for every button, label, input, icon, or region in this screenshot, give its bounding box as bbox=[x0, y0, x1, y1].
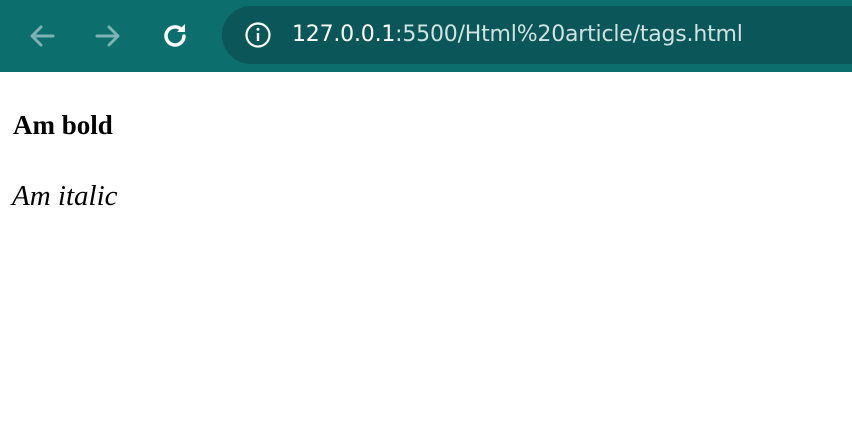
forward-button[interactable] bbox=[86, 14, 130, 58]
page-content: Am bold Am italic bbox=[0, 72, 852, 447]
back-button[interactable] bbox=[20, 14, 64, 58]
address-bar[interactable]: 127.0.0.1:5500/Html%20article/tags.html bbox=[222, 6, 852, 64]
arrow-left-icon bbox=[30, 25, 55, 47]
url-host: 127.0.0.1 bbox=[292, 22, 396, 47]
reload-button[interactable] bbox=[153, 14, 197, 58]
url-path: :5500/Html%20article/tags.html bbox=[395, 22, 743, 47]
bold-text: Am bold bbox=[13, 110, 113, 140]
italic-text: Am italic bbox=[12, 180, 118, 212]
reload-icon bbox=[164, 24, 186, 47]
arrow-right-icon bbox=[95, 25, 120, 47]
url-text[interactable]: 127.0.0.1:5500/Html%20article/tags.html bbox=[292, 19, 743, 51]
info-icon[interactable] bbox=[244, 21, 272, 49]
browser-toolbar: 127.0.0.1:5500/Html%20article/tags.html bbox=[0, 0, 852, 72]
